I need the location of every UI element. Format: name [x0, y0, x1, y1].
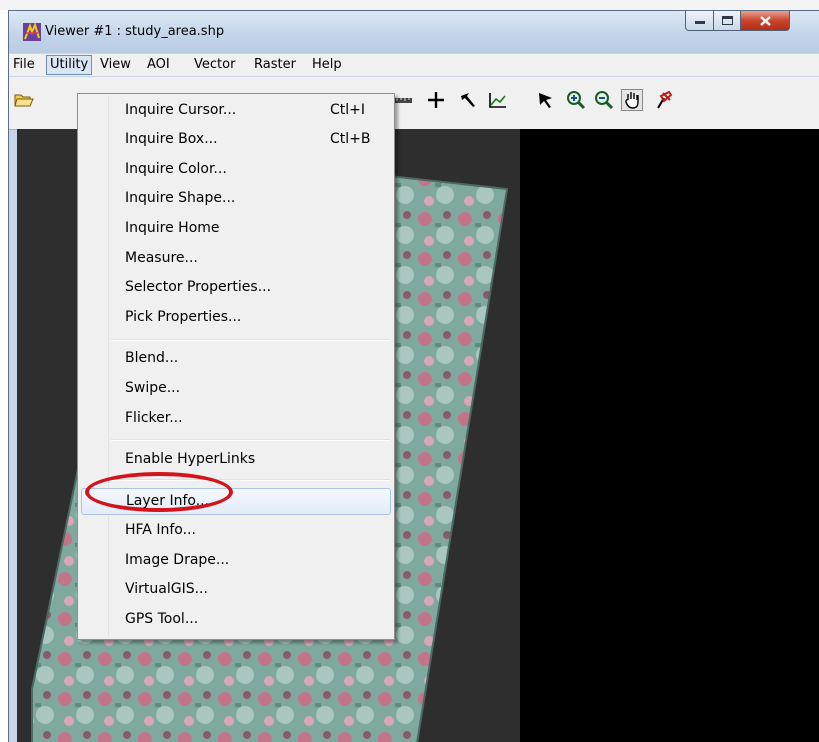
- menu-item-label: Inquire Cursor...: [125, 102, 237, 118]
- menu-item-label: Measure...: [125, 250, 198, 266]
- menu-item-measure[interactable]: Measure...: [81, 247, 391, 271]
- pin-button[interactable]: [653, 89, 675, 111]
- menu-item-inquire-box[interactable]: Inquire Box... Ctl+B: [81, 128, 391, 152]
- pan-hand-icon: [625, 92, 639, 109]
- menu-item-swipe[interactable]: Swipe...: [81, 377, 391, 401]
- open-folder-icon: [14, 94, 34, 107]
- profile-button[interactable]: [487, 89, 509, 111]
- close-icon: [759, 15, 771, 26]
- menu-item-selector-properties[interactable]: Selector Properties...: [81, 276, 391, 300]
- select-pointer-icon: [539, 93, 552, 108]
- minimize-button[interactable]: [685, 11, 714, 31]
- zoom-in-button[interactable]: [565, 89, 587, 111]
- menu-item-label: Blend...: [125, 350, 179, 366]
- menu-item-label: VirtualGIS...: [125, 581, 208, 597]
- menu-item-flicker[interactable]: Flicker...: [81, 407, 391, 431]
- menu-item-label: GPS Tool...: [125, 611, 199, 627]
- menu-item-label: Inquire Shape...: [125, 190, 236, 206]
- utility-dropdown-menu: Inquire Cursor... Ctl+I Inquire Box... C…: [77, 93, 395, 640]
- crosshair-icon: [428, 92, 444, 108]
- menu-item-label: Inquire Box...: [125, 131, 218, 147]
- menu-item-label: Image Drape...: [125, 552, 230, 568]
- menu-raster[interactable]: Raster: [254, 57, 296, 72]
- close-button[interactable]: [740, 11, 790, 31]
- annotation-ellipse: [85, 472, 233, 512]
- menu-item-inquire-shape[interactable]: Inquire Shape...: [81, 187, 391, 211]
- menu-item-label: HFA Info...: [125, 522, 196, 538]
- menu-item-inquire-color[interactable]: Inquire Color...: [81, 158, 391, 182]
- menu-item-gps-tool[interactable]: GPS Tool...: [81, 608, 391, 632]
- menu-vector[interactable]: Vector: [194, 57, 235, 72]
- minimize-icon: [694, 20, 705, 24]
- menu-utility[interactable]: Utility: [46, 55, 93, 75]
- menu-item-virtualgis[interactable]: VirtualGIS...: [81, 578, 391, 602]
- maximize-icon: [721, 16, 733, 25]
- menu-item-label: Swipe...: [125, 380, 181, 396]
- menu-view[interactable]: View: [100, 57, 131, 72]
- select-button[interactable]: [535, 89, 557, 111]
- ruler-icon: [394, 98, 412, 103]
- menu-aoi[interactable]: AOI: [147, 57, 170, 72]
- menu-file[interactable]: File: [13, 57, 35, 72]
- measure-button[interactable]: [393, 89, 415, 111]
- menu-item-label: Flicker...: [125, 410, 183, 426]
- menu-item-label: Inquire Color...: [125, 161, 227, 177]
- zoom-out-icon: [595, 91, 614, 110]
- menu-item-image-drape[interactable]: Image Drape...: [81, 549, 391, 573]
- menu-item-shortcut: Ctl+B: [330, 131, 371, 147]
- title-bar[interactable]: Viewer #1 : study_area.shp: [9, 11, 819, 53]
- menu-item-hfa-info[interactable]: HFA Info...: [81, 519, 391, 543]
- watermark-strip: [0, 0, 819, 10]
- arrow-tool-button[interactable]: [457, 89, 479, 111]
- menu-help[interactable]: Help: [312, 57, 342, 72]
- pan-button[interactable]: [621, 89, 643, 111]
- menu-item-enable-hyperlinks[interactable]: Enable HyperLinks: [81, 448, 391, 472]
- pin-icon: [657, 90, 673, 109]
- zoom-in-icon: [567, 91, 586, 110]
- menu-item-label: Pick Properties...: [125, 309, 242, 325]
- menu-separator: [111, 339, 390, 341]
- open-button[interactable]: [13, 89, 35, 111]
- crosshair-button[interactable]: [425, 89, 447, 111]
- app-icon: [23, 23, 41, 41]
- menu-separator: [111, 439, 390, 441]
- menu-item-blend[interactable]: Blend...: [81, 347, 391, 371]
- maximize-button[interactable]: [713, 11, 741, 31]
- menu-item-shortcut: Ctl+I: [330, 102, 366, 118]
- menu-bar: File Utility View AOI Vector Raster Help: [9, 54, 819, 76]
- menu-item-pick-properties[interactable]: Pick Properties...: [81, 306, 391, 330]
- zoom-out-button[interactable]: [593, 89, 615, 111]
- profile-icon: [489, 93, 506, 108]
- menu-item-label: Enable HyperLinks: [125, 451, 256, 467]
- menu-item-label: Selector Properties...: [125, 279, 272, 295]
- arrow-tool-icon: [461, 93, 475, 107]
- window-title: Viewer #1 : study_area.shp: [45, 24, 225, 39]
- menu-item-inquire-cursor[interactable]: Inquire Cursor... Ctl+I: [81, 99, 391, 123]
- menu-item-inquire-home[interactable]: Inquire Home: [81, 217, 391, 241]
- viewer-window: Viewer #1 : study_area.shp File Utility …: [8, 10, 819, 742]
- menu-item-label: Inquire Home: [125, 220, 220, 236]
